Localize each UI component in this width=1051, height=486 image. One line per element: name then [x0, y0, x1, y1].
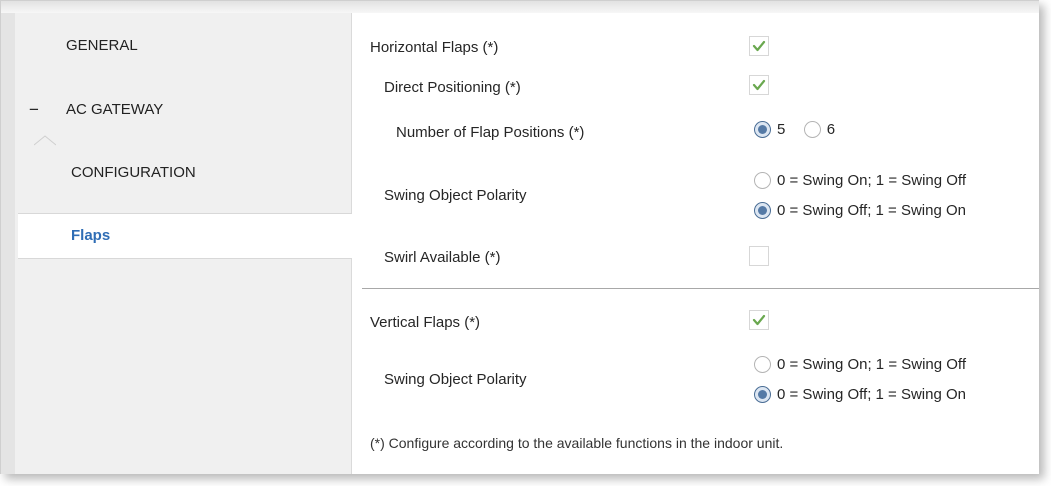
sidebar-item-flaps-label: Flaps — [71, 227, 111, 244]
sidebar-item-flaps[interactable]: Flaps — [18, 213, 368, 259]
horizontal-flaps-checkbox[interactable] — [749, 36, 769, 56]
v-swing-polarity-label: Swing Object Polarity — [384, 371, 527, 388]
h-swing-polarity-label: Swing Object Polarity — [384, 187, 527, 204]
sidebar: GENERAL − AC GATEWAY CONFIGURATION Flaps — [15, 13, 368, 474]
v-swing-polarity-text-off-on: 0 = Swing Off; 1 = Swing On — [777, 385, 966, 403]
tree-notch-icon — [34, 135, 56, 146]
flap-positions-option-5: 5 — [777, 120, 786, 138]
checkmark-icon — [752, 79, 766, 91]
v-swing-polarity-option-off-on: 0 = Swing Off; 1 = Swing On — [754, 385, 966, 407]
direct-positioning-checkbox[interactable] — [749, 75, 769, 95]
section-divider — [362, 288, 1039, 289]
flap-positions-option-6: 6 — [826, 120, 836, 138]
v-swing-polarity-radio-on-off[interactable] — [754, 355, 771, 373]
h-swing-polarity-text-off-on: 0 = Swing Off; 1 = Swing On — [777, 201, 966, 219]
flap-positions-radio-6[interactable] — [803, 120, 821, 138]
sidebar-item-ac-gateway[interactable]: AC GATEWAY — [66, 90, 163, 130]
checkmark-icon — [752, 40, 766, 52]
h-swing-polarity-option-on-off: 0 = Swing On; 1 = Swing Off — [754, 171, 966, 193]
window-left-edge — [1, 13, 15, 474]
window-top-edge — [1, 1, 1039, 13]
swirl-available-checkbox[interactable] — [749, 246, 769, 266]
collapse-minus-icon[interactable]: − — [29, 90, 39, 130]
flap-positions-radio-5[interactable] — [754, 120, 771, 138]
parameters-panel: Horizontal Flaps (*) Direct Positioning … — [352, 13, 1039, 474]
sidebar-item-general[interactable]: GENERAL — [66, 26, 138, 66]
checkmark-icon — [752, 314, 766, 326]
vertical-flaps-checkbox[interactable] — [749, 310, 769, 330]
h-swing-polarity-radio-on-off[interactable] — [754, 171, 771, 189]
flap-positions-radio-group: 5 6 — [754, 120, 835, 142]
h-swing-polarity-radio-off-on[interactable] — [754, 201, 771, 219]
swirl-available-label: Swirl Available (*) — [384, 249, 501, 266]
vertical-flaps-label: Vertical Flaps (*) — [370, 314, 481, 331]
flap-positions-label: Number of Flap Positions (*) — [396, 124, 585, 141]
direct-positioning-label: Direct Positioning (*) — [384, 79, 521, 96]
v-swing-polarity-radio-off-on[interactable] — [754, 385, 771, 403]
v-swing-polarity-option-on-off: 0 = Swing On; 1 = Swing Off — [754, 355, 966, 377]
h-swing-polarity-text-on-off: 0 = Swing On; 1 = Swing Off — [777, 171, 966, 189]
horizontal-flaps-label: Horizontal Flaps (*) — [370, 39, 499, 56]
footnote-text: (*) Configure according to the available… — [370, 435, 784, 451]
sidebar-item-configuration[interactable]: CONFIGURATION — [71, 153, 196, 193]
h-swing-polarity-option-off-on: 0 = Swing Off; 1 = Swing On — [754, 201, 966, 223]
window-frame: GENERAL − AC GATEWAY CONFIGURATION Flaps… — [0, 0, 1039, 474]
v-swing-polarity-text-on-off: 0 = Swing On; 1 = Swing Off — [777, 355, 966, 373]
